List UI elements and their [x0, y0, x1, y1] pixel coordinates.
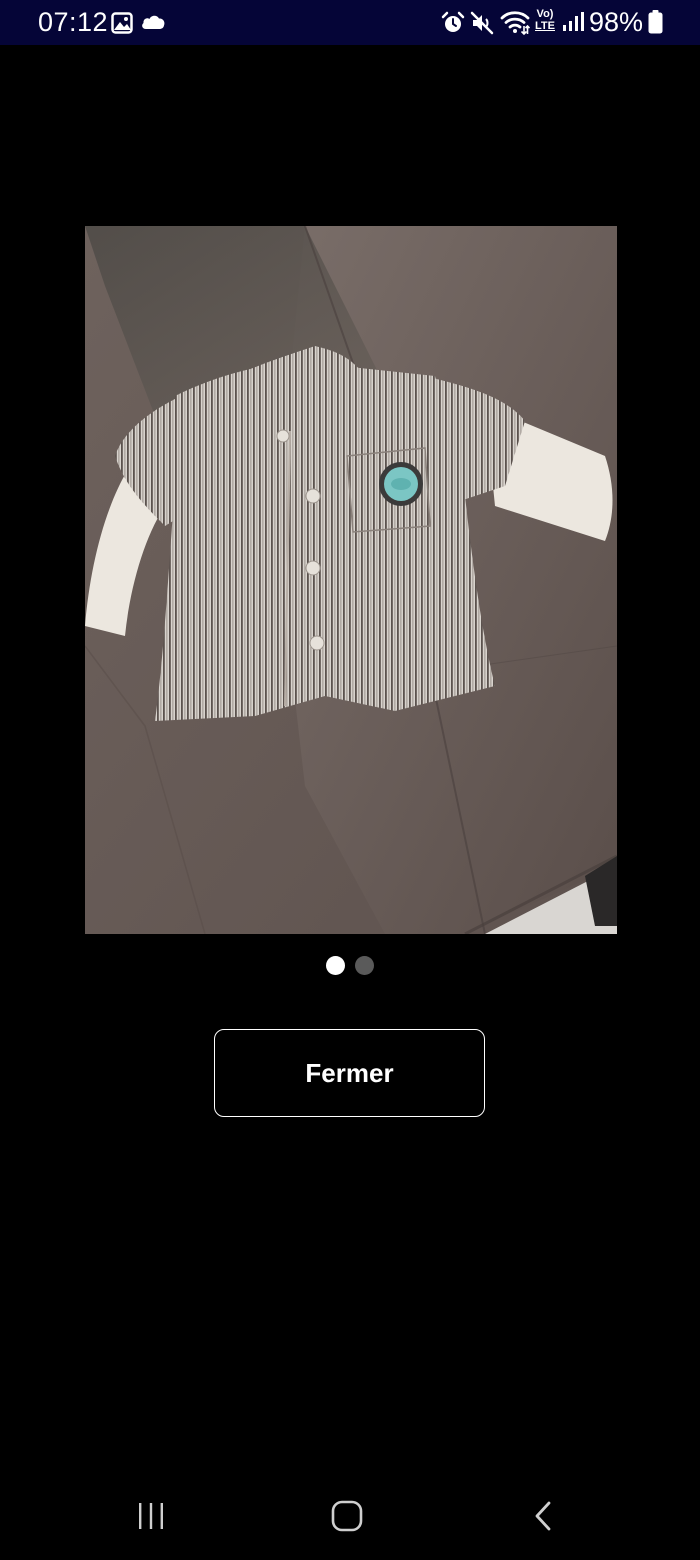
cloud-icon [140, 13, 166, 36]
close-button[interactable]: Fermer [214, 1029, 485, 1117]
status-time: 07:12 [38, 7, 109, 37]
gallery-icon [111, 12, 133, 39]
volte-lte-icon: Vo) LTE [533, 8, 557, 32]
recents-icon [136, 1501, 166, 1536]
back-icon [532, 1500, 554, 1537]
home-icon [331, 1500, 363, 1537]
navigation-bar [0, 1470, 700, 1560]
status-bar: 07:12 Vo) LTE 98% [0, 0, 700, 45]
signal-icon [562, 11, 584, 38]
battery-icon [648, 10, 663, 39]
recents-button[interactable] [121, 1498, 181, 1538]
battery-percent: 98% [589, 7, 644, 37]
mute-icon [470, 11, 494, 40]
volte-label: Vo) [536, 8, 554, 20]
home-button[interactable] [317, 1498, 377, 1538]
product-photo [85, 226, 617, 934]
photo-viewer[interactable] [85, 226, 617, 934]
wifi-icon [500, 10, 531, 41]
pagination-dot[interactable] [355, 956, 374, 975]
back-button[interactable] [513, 1498, 573, 1538]
alarm-icon [441, 11, 465, 40]
pagination-dot-active[interactable] [326, 956, 345, 975]
lte-label: LTE [535, 20, 555, 32]
